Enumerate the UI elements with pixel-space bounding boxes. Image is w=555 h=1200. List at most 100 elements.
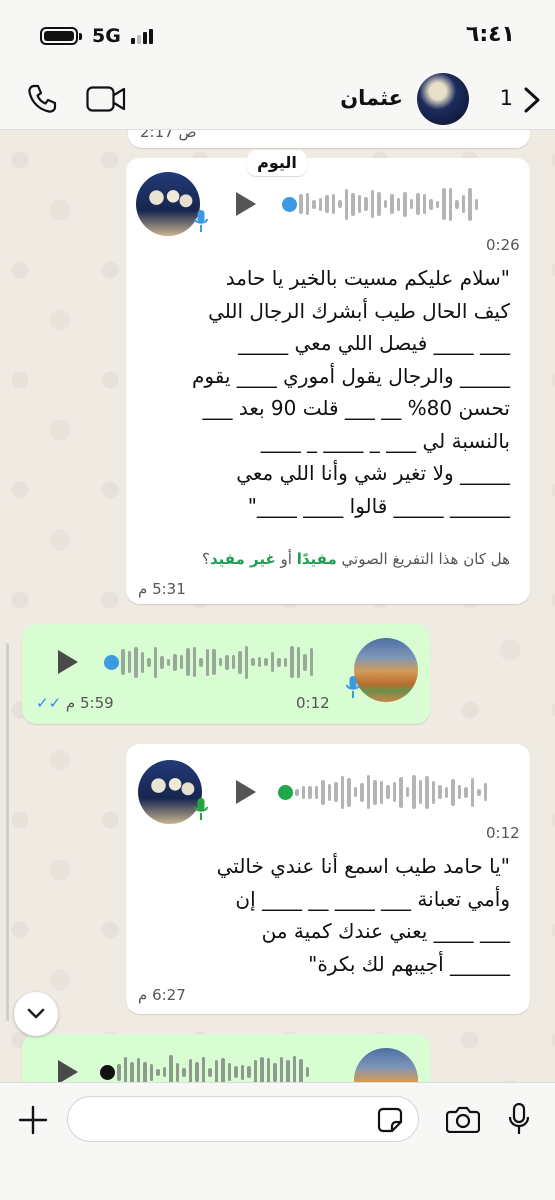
waveform-bar xyxy=(370,190,374,218)
voice-player xyxy=(236,184,478,224)
play-icon[interactable] xyxy=(236,780,256,804)
waveform[interactable] xyxy=(295,772,487,812)
waveform-bar xyxy=(422,194,426,214)
chat-area[interactable]: 2:17 ص 0:26 "سلام عليكم مسيت بالخير يا ح… xyxy=(0,130,555,1082)
waveform-bar xyxy=(461,195,465,213)
waveform-bar xyxy=(266,1058,270,1082)
waveform-bar xyxy=(283,657,287,667)
waveform-bar xyxy=(279,1056,283,1082)
waveform-bar xyxy=(169,1055,173,1082)
message-time: 2:17 ص xyxy=(140,130,197,141)
waveform-bar xyxy=(143,1061,147,1082)
waveform-bar xyxy=(464,786,468,798)
playback-position-dot[interactable] xyxy=(282,196,297,212)
chat-header: عثمان 1 xyxy=(0,70,555,130)
contact-avatar[interactable] xyxy=(417,73,469,125)
feedback-helpful-link[interactable]: مفيدًا xyxy=(297,550,337,568)
message-composer xyxy=(0,1082,555,1200)
waveform-bar xyxy=(270,652,274,672)
waveform-bar xyxy=(318,197,322,211)
waveform-bar xyxy=(290,646,294,678)
waveform-bar xyxy=(273,1062,277,1082)
incoming-voice-message[interactable]: 0:12 "يا حامد طيب اسمع أنا عندي خالتي وأ… xyxy=(126,744,530,1014)
waveform-bar xyxy=(305,193,309,215)
message-time: 6:27 م xyxy=(138,986,186,1004)
play-icon[interactable] xyxy=(236,192,256,216)
waveform-bar xyxy=(195,1062,199,1082)
waveform-bar xyxy=(127,651,131,673)
voice-transcript: "سلام عليكم مسيت بالخير يا حامد كيف الحا… xyxy=(192,266,510,518)
voice-duration: 0:26 xyxy=(486,236,520,254)
waveform-bar xyxy=(457,785,461,799)
status-indicators: 5G xyxy=(40,25,153,47)
phone-icon[interactable] xyxy=(26,83,58,115)
sender-avatar xyxy=(136,172,200,236)
waveform-bar xyxy=(390,194,394,214)
waveform[interactable] xyxy=(121,642,313,682)
plus-icon[interactable] xyxy=(18,1105,48,1135)
waveform-bar xyxy=(425,775,429,809)
waveform-bar xyxy=(305,1067,309,1077)
playback-position-dot[interactable] xyxy=(104,654,119,670)
waveform-bar xyxy=(435,200,439,208)
chevron-left-icon[interactable] xyxy=(523,86,541,114)
waveform-bar xyxy=(205,648,209,676)
scrollbar[interactable] xyxy=(6,643,9,1021)
network-label: 5G xyxy=(92,25,121,47)
contact-name[interactable]: عثمان xyxy=(340,86,403,110)
outgoing-voice-message[interactable]: 0:12 5:59 م ✓✓ xyxy=(22,624,430,724)
feedback-unhelpful-link[interactable]: غير مفيد xyxy=(210,550,276,568)
sticker-icon[interactable] xyxy=(377,1107,403,1133)
message-time: 5:59 م xyxy=(65,694,114,712)
waveform-bar xyxy=(134,646,138,678)
waveform-bar xyxy=(357,195,361,213)
waveform-bar xyxy=(199,657,203,667)
waveform-bar xyxy=(186,648,190,676)
waveform-bar xyxy=(240,1064,244,1080)
playback-position-dot[interactable] xyxy=(278,784,293,800)
waveform-bar xyxy=(438,785,442,799)
waveform[interactable] xyxy=(299,184,478,224)
waveform-bar xyxy=(386,785,390,799)
feedback-question-mark: ؟ xyxy=(201,550,210,568)
message-input[interactable] xyxy=(67,1096,419,1142)
waveform-bar xyxy=(470,777,474,807)
voice-player xyxy=(236,772,487,812)
battery-icon xyxy=(40,27,78,45)
microphone-icon xyxy=(194,798,208,820)
waveform-bar xyxy=(399,776,403,808)
waveform-bar xyxy=(231,655,235,669)
waveform-bar xyxy=(253,1059,257,1082)
status-time: ٦:٤١ xyxy=(465,22,515,47)
waveform-bar xyxy=(327,783,331,801)
unread-count: 1 xyxy=(499,86,513,110)
waveform-bar xyxy=(444,786,448,798)
play-icon[interactable] xyxy=(58,1060,78,1082)
play-icon[interactable] xyxy=(58,650,78,674)
incoming-voice-message[interactable]: 0:26 "سلام عليكم مسيت بالخير يا حامد كيف… xyxy=(126,158,530,604)
waveform-bar xyxy=(173,653,177,671)
waveform-bar xyxy=(405,787,409,797)
waveform-bar xyxy=(234,1066,238,1078)
waveform-bar xyxy=(295,788,299,796)
playback-position-dot[interactable] xyxy=(100,1064,115,1080)
waveform-bar xyxy=(468,187,472,221)
camera-icon[interactable] xyxy=(446,1105,480,1133)
waveform-bar xyxy=(238,650,242,674)
video-camera-icon[interactable] xyxy=(86,86,126,112)
scroll-to-bottom-button[interactable] xyxy=(14,992,58,1036)
waveform-bar xyxy=(162,1067,166,1077)
waveform[interactable] xyxy=(117,1052,309,1082)
microphone-icon[interactable] xyxy=(508,1103,530,1135)
sender-avatar xyxy=(138,760,202,824)
waveform-bar xyxy=(192,647,196,677)
waveform-bar xyxy=(403,191,407,217)
outgoing-voice-message[interactable] xyxy=(22,1034,430,1082)
microphone-icon xyxy=(194,210,208,232)
waveform-bar xyxy=(392,782,396,802)
waveform-bar xyxy=(331,194,335,214)
waveform-bar xyxy=(314,785,318,799)
sender-avatar xyxy=(354,638,418,702)
waveform-bar xyxy=(303,653,307,671)
waveform-bar xyxy=(156,1068,160,1076)
